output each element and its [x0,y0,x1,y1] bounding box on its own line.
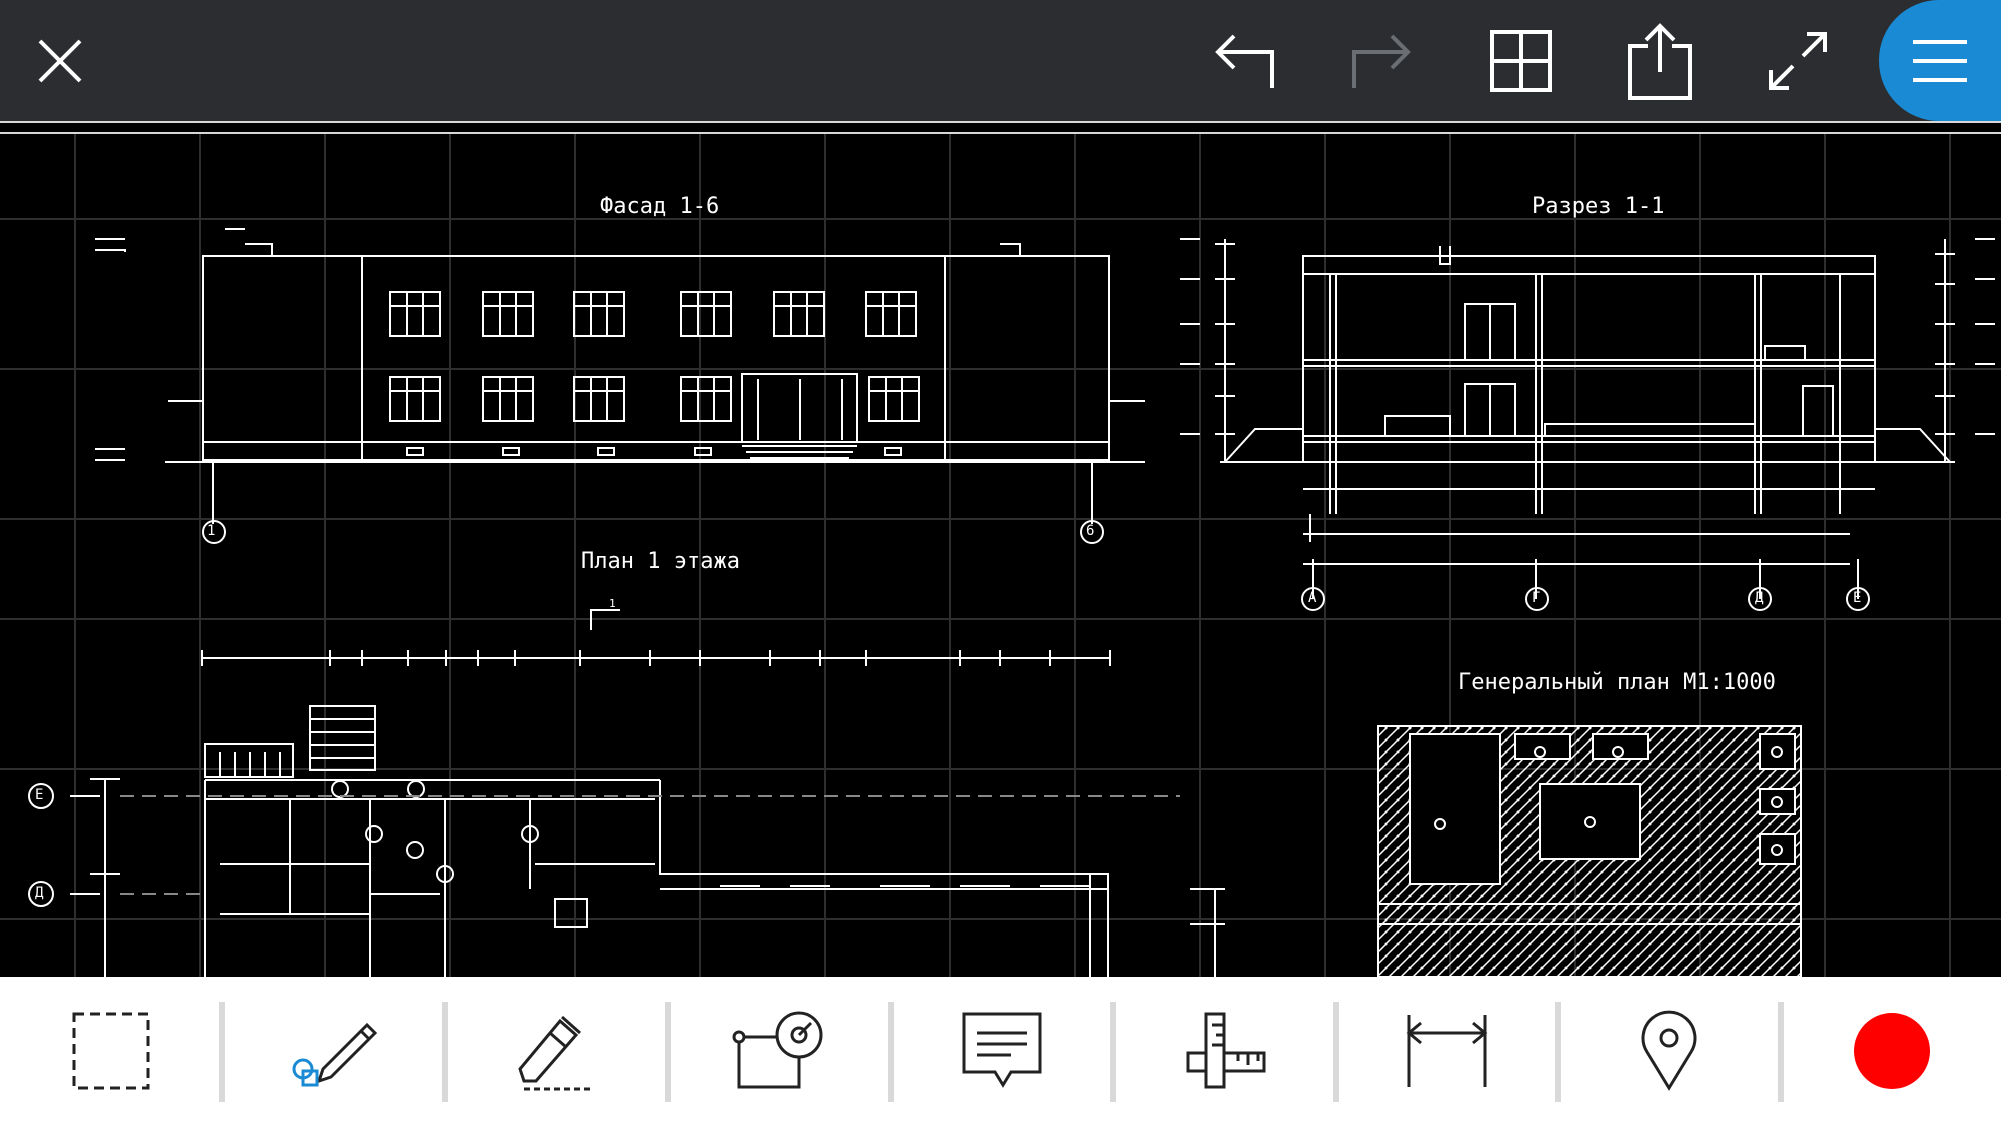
axis-marker-1: 1 [207,523,216,539]
close-button[interactable] [0,0,120,121]
comment-icon [962,1012,1042,1088]
axis-marker-e-plan: Е [35,787,44,803]
close-icon [38,39,82,82]
floor-plan-drawing [28,609,1225,977]
marker-icon [518,1015,592,1091]
select-tool-button[interactable] [0,977,222,1125]
axis-marker-d: Д [1755,590,1764,606]
layouts-button[interactable] [1461,0,1581,121]
axis-marker-a: А [1308,590,1317,606]
axis-marker-d-plan: Д [35,885,44,901]
facade-windows-row1 [389,291,917,337]
dimension-tool-button[interactable] [1336,977,1558,1125]
record-icon [1854,1013,1930,1089]
drawing-canvas[interactable]: Фасад 1-6 Разрез 1-1 План 1 этажа Генера… [0,134,2001,977]
dimension-icon [1406,1015,1488,1087]
undo-button[interactable] [1184,0,1304,121]
hamburger-menu-icon [1913,39,1967,82]
record-tool-button[interactable] [1781,977,2001,1125]
undo-icon [1215,34,1274,88]
draw-tool-button[interactable] [222,977,444,1125]
shapes-icon [732,1011,823,1089]
ruler-icon [1186,1012,1266,1089]
redo-button[interactable] [1322,0,1442,121]
section-mark-label: 1 [609,597,616,610]
site-plan-title: Генеральный план М1:1000 [1458,670,1776,695]
fullscreen-icon [1769,31,1827,90]
facade-title: Фасад 1-6 [600,194,720,219]
toolbar-divider [0,121,2001,134]
comment-tool-button[interactable] [891,977,1113,1125]
text-tool-button[interactable] [445,977,667,1125]
share-icon [1628,22,1692,100]
location-tool-button[interactable] [1558,977,1780,1125]
redo-icon [1352,34,1411,88]
cad-drawing [0,134,2001,977]
axis-marker-e: Е [1853,590,1862,606]
facade-drawing [95,228,1145,544]
axis-marker-6: 6 [1086,523,1095,539]
plan-title: План 1 этажа [581,549,740,574]
dashed-rectangle-icon [72,1012,150,1090]
pencil-shapes-icon [292,1022,378,1087]
menu-button[interactable] [1879,0,2001,121]
plan-dash-lines [120,795,1180,895]
top-toolbar [0,0,2001,121]
facade-windows-row2 [389,376,920,422]
bottom-toolbar [0,977,2001,1125]
axis-marker-g: Г [1532,590,1541,606]
layout-grid-icon [1490,29,1552,92]
site-plan-drawing [1377,725,1802,977]
location-pin-icon [1641,1010,1697,1091]
share-button[interactable] [1600,0,1720,121]
section-drawing [1180,238,1995,611]
shapes-tool-button[interactable] [668,977,890,1125]
fullscreen-button[interactable] [1738,0,1858,121]
measure-tool-button[interactable] [1113,977,1335,1125]
section-title: Разрез 1-1 [1532,194,1665,219]
